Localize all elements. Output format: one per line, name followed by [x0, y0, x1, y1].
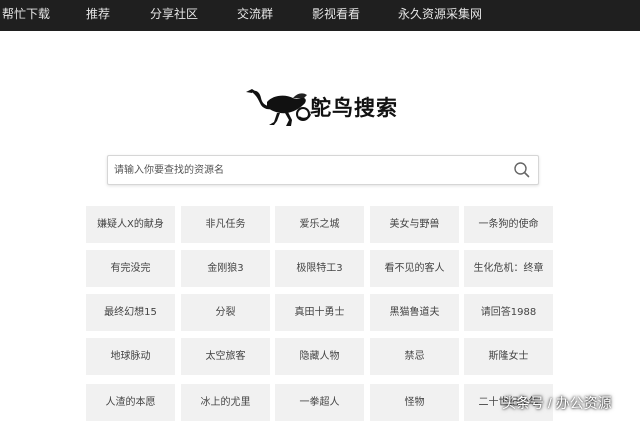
- resource-tile[interactable]: 美女与野兽: [370, 206, 459, 243]
- resource-tile[interactable]: 最终幻想15: [86, 294, 175, 331]
- resource-tile[interactable]: 怪物: [370, 384, 459, 421]
- watermark: 头条号 / 办公资源: [502, 395, 612, 411]
- nav-item-recommend[interactable]: 推荐: [86, 0, 110, 31]
- resource-tile[interactable]: 看不见的客人: [370, 250, 459, 287]
- resource-tile[interactable]: 极限特工3: [275, 250, 364, 287]
- resource-tile[interactable]: 禁忌: [370, 338, 459, 375]
- resource-tile[interactable]: 斯隆女士: [464, 338, 553, 375]
- resource-tile[interactable]: 黑猫鲁道夫: [370, 294, 459, 331]
- resource-tile[interactable]: 冰上的尤里: [181, 384, 270, 421]
- resource-tile[interactable]: 地球脉动: [86, 338, 175, 375]
- resource-tile[interactable]: 生化危机：终章: [464, 250, 553, 287]
- ostrich-icon: [246, 89, 311, 126]
- search-box: [107, 155, 539, 185]
- resource-tile[interactable]: 金刚狼3: [181, 250, 270, 287]
- resource-tile[interactable]: 人渣的本愿: [86, 384, 175, 421]
- nav-item-help-download[interactable]: 帮忙下载: [2, 0, 50, 31]
- resource-tile[interactable]: 有完没完: [86, 250, 175, 287]
- site-logo: 鸵鸟搜索: [243, 84, 403, 128]
- nav-item-share-community[interactable]: 分享社区: [150, 0, 198, 31]
- resource-tile[interactable]: 嫌疑人X的献身: [86, 206, 175, 243]
- top-navbar: 帮忙下载 推荐 分享社区 交流群 影视看看 永久资源采集网: [0, 0, 640, 31]
- resource-tile[interactable]: 非凡任务: [181, 206, 270, 243]
- search-input[interactable]: [114, 159, 494, 181]
- resource-tile[interactable]: 爱乐之城: [275, 206, 364, 243]
- resource-tile[interactable]: 真田十勇士: [275, 294, 364, 331]
- nav-item-resource-site[interactable]: 永久资源采集网: [398, 0, 482, 31]
- resource-tile[interactable]: 一拳超人: [275, 384, 364, 421]
- resource-tile[interactable]: 太空旅客: [181, 338, 270, 375]
- nav-item-video[interactable]: 影视看看: [312, 0, 360, 31]
- resource-tile[interactable]: 一条狗的使命: [464, 206, 553, 243]
- logo-text: 鸵鸟搜索: [310, 96, 398, 120]
- resource-tile[interactable]: 隐藏人物: [275, 338, 364, 375]
- resource-tile[interactable]: 请回答1988: [464, 294, 553, 331]
- resource-grid: 嫌疑人X的献身 非凡任务 爱乐之城 美女与野兽 一条狗的使命 有完没完 金刚狼3…: [86, 206, 556, 421]
- nav-item-chat-group[interactable]: 交流群: [237, 0, 273, 31]
- resource-tile[interactable]: 分裂: [181, 294, 270, 331]
- search-icon: [514, 162, 530, 178]
- search-button[interactable]: [512, 160, 532, 180]
